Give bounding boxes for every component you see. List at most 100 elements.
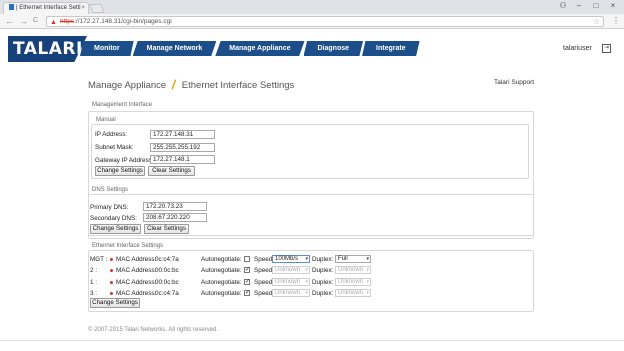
main-nav: Monitor Manage Network Manage Appliance … xyxy=(80,41,420,56)
url-path: ://172.27.148.31/cgi-bin/pages.cgi xyxy=(74,18,172,25)
url-input[interactable]: ▲ https://172.27.148.31/cgi-bin/pages.cg… xyxy=(46,16,604,27)
duplex-select[interactable]: Unknown ▾ xyxy=(335,289,371,297)
manual-title: Manual xyxy=(96,117,116,123)
port-label: 2 : xyxy=(90,267,98,274)
page-title: Manage Appliance / Ethernet Interface Sett… xyxy=(88,77,294,92)
support-link[interactable]: Talari Support xyxy=(494,79,534,86)
footer-copyright: © 2007-2015 Talari Networks. All rights … xyxy=(88,327,219,333)
bookmark-star-icon[interactable]: ☆ xyxy=(593,17,600,26)
profile-icon[interactable]: ⚇ xyxy=(556,0,570,11)
browser-menu-icon[interactable]: ⋮ xyxy=(612,16,620,25)
autonegotiate-label: Autonegotiate: xyxy=(201,267,242,274)
port-label: MGT : xyxy=(90,256,108,263)
breadcrumb-current: Ethernet Interface Settings xyxy=(181,80,295,91)
reload-icon[interactable]: C xyxy=(33,16,38,26)
chevron-down-icon: ▾ xyxy=(366,279,369,285)
browser-tab[interactable]: | Ethernet Interface Setti × xyxy=(3,2,89,14)
duplex-select[interactable]: Unknown ▾ xyxy=(335,278,371,286)
speed-select[interactable]: Unknown ▾ xyxy=(272,289,310,297)
mac-address-value: 0c:c4:7a xyxy=(155,290,179,297)
mac-address-label: MAC Address: xyxy=(116,267,157,274)
management-interface-title: Management Interface xyxy=(92,102,153,108)
mac-address-value: 0c:c4:7a xyxy=(155,256,179,263)
security-warning-icon[interactable]: ▲ xyxy=(50,18,57,27)
link-status-icon xyxy=(110,258,113,261)
chevron-down-icon: ▾ xyxy=(366,290,369,296)
tab-title: | Ethernet Interface Setti xyxy=(16,5,81,11)
ethernet-settings-title: Ethernet Interface Settings xyxy=(92,243,164,249)
autonegotiate-label: Autonegotiate: xyxy=(201,290,242,297)
back-icon[interactable]: ← xyxy=(5,16,14,26)
gateway-ip-input[interactable]: 172.27.148.1 xyxy=(150,155,215,164)
url-scheme: https xyxy=(60,18,75,25)
subnet-mask-input[interactable]: 255.255.255.192 xyxy=(150,143,215,152)
speed-select[interactable]: 100Mb/s ▾ xyxy=(272,255,310,263)
autonegotiate-checkbox[interactable]: ✓ xyxy=(244,279,250,285)
secondary-dns-label: Secondary DNS: xyxy=(90,215,137,222)
duplex-label: Duplex: xyxy=(312,290,334,297)
autonegotiate-checkbox[interactable]: ✓ xyxy=(244,290,250,296)
new-tab-button[interactable] xyxy=(89,4,105,13)
duplex-select[interactable]: Full ▾ xyxy=(335,255,371,263)
port-label: 1 : xyxy=(90,279,98,286)
link-status-icon xyxy=(110,292,113,295)
ip-address-label: IP Address: xyxy=(95,131,128,138)
ip-address-input[interactable]: 172.27.148.31 xyxy=(150,130,215,139)
tab-close-icon[interactable]: × xyxy=(81,3,85,14)
primary-dns-input[interactable]: 172.20.73.23 xyxy=(143,202,207,211)
speed-value: Unknown xyxy=(275,267,301,273)
logout-icon[interactable]: ⇥ xyxy=(602,44,611,53)
speed-select[interactable]: Unknown ▾ xyxy=(272,278,310,286)
speed-value: Unknown xyxy=(275,279,301,285)
nav-manage-appliance[interactable]: Manage Appliance xyxy=(215,41,305,56)
chevron-down-icon: ▾ xyxy=(305,290,308,296)
nav-integrate[interactable]: Integrate xyxy=(362,41,420,56)
manual-change-settings-button[interactable]: Change Settings xyxy=(95,166,145,176)
close-window-icon[interactable]: × xyxy=(606,0,620,11)
duplex-select[interactable]: Unknown ▾ xyxy=(335,266,371,274)
link-status-icon xyxy=(110,269,113,272)
footer-divider xyxy=(0,340,624,341)
browser-titlebar: | Ethernet Interface Setti × ⚇ – □ × xyxy=(0,0,624,14)
autonegotiate-label: Autonegotiate: xyxy=(201,279,242,286)
minimize-icon[interactable]: – xyxy=(572,0,586,11)
autonegotiate-label: Autonegotiate: xyxy=(201,256,242,263)
dns-change-settings-button[interactable]: Change Settings xyxy=(90,224,141,234)
mac-address-label: MAC Address: xyxy=(116,256,157,263)
autonegotiate-checkbox[interactable]: ✓ xyxy=(244,267,250,273)
autonegotiate-checkbox[interactable] xyxy=(244,256,250,262)
username: talariuser xyxy=(563,45,592,52)
chevron-down-icon: ▾ xyxy=(305,279,308,285)
duplex-value: Unknown xyxy=(338,279,364,285)
secondary-dns-input[interactable]: 208.67.220.220 xyxy=(143,213,207,222)
speed-label: Speed: xyxy=(254,290,274,297)
app-header: TALARI Monitor Manage Network Manage App… xyxy=(0,29,624,70)
breadcrumb-separator: / xyxy=(170,77,178,92)
chevron-down-icon: ▾ xyxy=(305,267,308,273)
gateway-ip-label: Gateway IP Address: xyxy=(95,157,154,164)
manual-clear-settings-button[interactable]: Clear Settings xyxy=(148,166,195,176)
chevron-down-icon: ▾ xyxy=(366,256,369,262)
primary-dns-label: Primary DNS: xyxy=(90,204,129,211)
nav-diagnose[interactable]: Diagnose xyxy=(303,41,364,56)
mac-address-label: MAC Address: xyxy=(116,290,157,297)
breadcrumb-parent[interactable]: Manage Appliance xyxy=(88,80,166,91)
forward-icon[interactable]: → xyxy=(19,16,28,26)
speed-label: Speed: xyxy=(254,267,274,274)
link-status-icon xyxy=(110,281,113,284)
speed-value: 100Mb/s xyxy=(275,256,299,262)
nav-manage-network[interactable]: Manage Network xyxy=(132,41,217,56)
duplex-value: Unknown xyxy=(338,267,364,273)
duplex-label: Duplex: xyxy=(312,267,334,274)
ethernet-change-settings-button[interactable]: Change Settings xyxy=(90,298,140,308)
speed-select[interactable]: Unknown ▾ xyxy=(272,266,310,274)
port-label: 3 : xyxy=(90,290,98,297)
tab-favicon xyxy=(9,4,14,10)
talari-logo[interactable]: TALARI xyxy=(8,36,87,62)
dns-settings-title: DNS Settings xyxy=(92,187,129,193)
duplex-label: Duplex: xyxy=(312,256,334,263)
nav-monitor[interactable]: Monitor xyxy=(80,41,134,56)
speed-label: Speed: xyxy=(254,279,274,286)
dns-clear-settings-button[interactable]: Clear Settings xyxy=(144,224,189,234)
maximize-icon[interactable]: □ xyxy=(589,0,603,11)
